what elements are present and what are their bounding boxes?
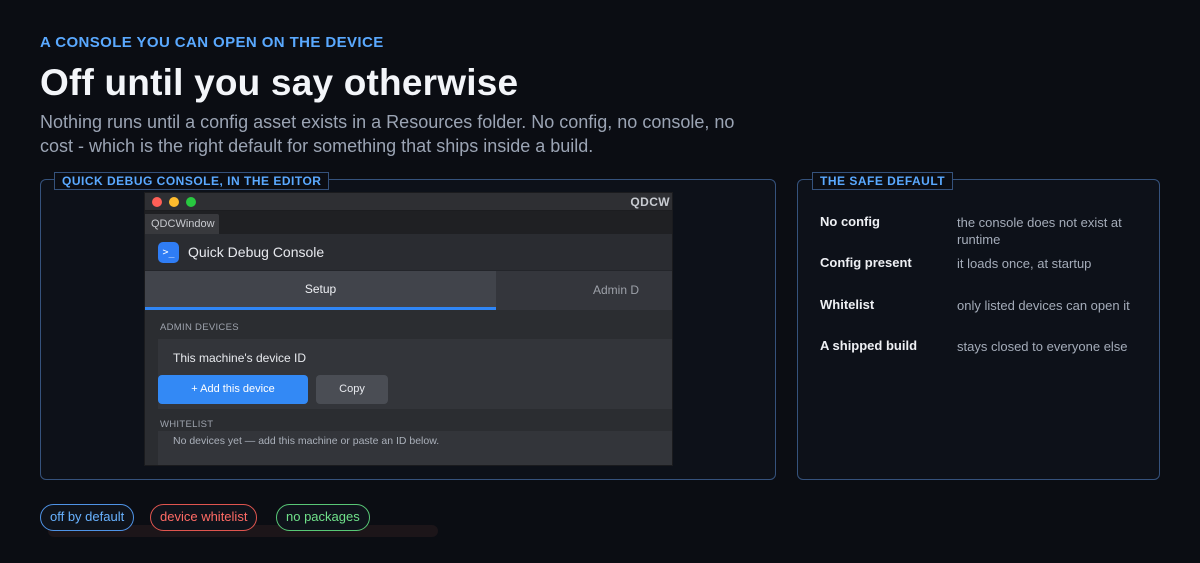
whitelist-empty-message: No devices yet — add this machine or pas… xyxy=(173,435,440,447)
window-title: QDCW xyxy=(630,195,670,209)
safe-default-panel: THE SAFE DEFAULT No config the console d… xyxy=(797,172,1160,480)
tag-off-by-default: off by default xyxy=(40,504,135,531)
tab-setup[interactable]: Setup xyxy=(145,271,496,310)
minimize-window-icon[interactable] xyxy=(169,197,179,207)
fact-key: Config present xyxy=(820,255,912,270)
admin-devices-label: ADMIN DEVICES xyxy=(160,322,239,333)
whitelist-label: WHITELIST xyxy=(160,419,214,430)
tab-admin-devices[interactable]: Admin D xyxy=(496,271,672,310)
editor-window: QDCW QDCWindow >_ Quick Debug Console Se… xyxy=(144,192,673,466)
console-tabs: Setup Admin D xyxy=(145,271,672,310)
fact-value: stays closed to everyone else xyxy=(957,339,1128,354)
eyebrow: A CONSOLE YOU CAN OPEN ON THE DEVICE xyxy=(40,34,384,51)
window-tab[interactable]: QDCWindow xyxy=(145,214,219,234)
page-title: Off until you say otherwise xyxy=(40,62,519,103)
copy-button[interactable]: Copy xyxy=(316,375,388,404)
device-id-label: This machine's device ID xyxy=(173,351,307,365)
close-window-icon[interactable] xyxy=(152,197,162,207)
maximize-window-icon[interactable] xyxy=(186,197,196,207)
app-header: >_ Quick Debug Console xyxy=(145,234,672,271)
setup-content: ADMIN DEVICES This machine's device ID +… xyxy=(145,311,672,465)
editor-panel-label: QUICK DEBUG CONSOLE, IN THE EDITOR xyxy=(54,172,330,190)
fact-key: Whitelist xyxy=(820,297,875,312)
editor-panel: QUICK DEBUG CONSOLE, IN THE EDITOR QDCW … xyxy=(40,172,776,480)
window-tabstrip: QDCWindow xyxy=(145,211,672,234)
fact-key: No config xyxy=(820,214,880,229)
terminal-icon: >_ xyxy=(158,242,179,263)
fact-value: it loads once, at startup xyxy=(957,256,1092,271)
fact-value: only listed devices can open it xyxy=(957,298,1130,313)
app-title: Quick Debug Console xyxy=(188,244,325,260)
fact-value: the console does not exist at runtime xyxy=(957,215,1122,247)
window-titlebar: QDCW xyxy=(145,193,672,211)
safe-default-label: THE SAFE DEFAULT xyxy=(812,172,954,190)
fact-key: A shipped build xyxy=(820,338,918,353)
page-subtitle: Nothing runs until a config asset exists… xyxy=(40,112,735,156)
add-device-button[interactable]: + Add this device xyxy=(158,375,308,404)
tag-no-packages: no packages xyxy=(276,504,370,531)
tag-device-whitelist: device whitelist xyxy=(150,504,258,531)
